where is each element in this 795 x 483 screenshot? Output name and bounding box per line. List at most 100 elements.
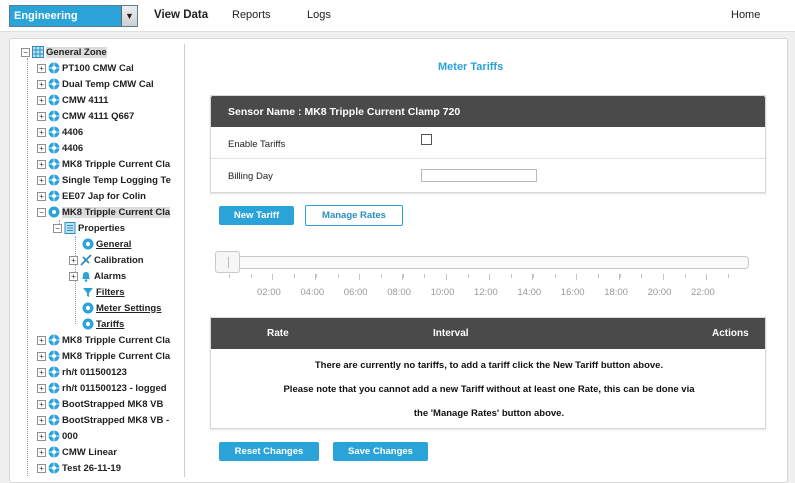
sensor-icon [48, 398, 60, 410]
tree-item-sensor[interactable]: + Dual Temp CMW Cal [37, 76, 154, 92]
collapse-icon[interactable]: − [53, 223, 62, 233]
tree-item-sensor[interactable]: + CMW 4111 Q667 [37, 108, 134, 124]
sensor-icon [48, 414, 60, 426]
timeline-minor-tick [446, 274, 447, 278]
tree-item-sensor[interactable]: + CMW 4111 [37, 92, 108, 108]
tree-item-sensor[interactable]: + PT100 CMW Cal [37, 60, 134, 76]
tree-item-label: rh/t 011500123 [62, 366, 127, 378]
tree-item-sensor[interactable]: + BootStrapped MK8 VB - [37, 412, 169, 428]
tree-item-calibration[interactable]: + Calibration [69, 252, 144, 268]
expand-icon[interactable]: + [37, 63, 46, 73]
nav-logs[interactable]: Logs [307, 9, 331, 21]
expand-icon[interactable]: + [37, 335, 46, 345]
new-tariff-button[interactable]: New Tariff [219, 206, 294, 225]
sensor-icon [48, 462, 60, 474]
nav-reports[interactable]: Reports [232, 9, 271, 21]
tree-item-label: 4406 [62, 142, 84, 154]
expand-icon[interactable]: + [37, 383, 46, 393]
tree-item-selected-sensor[interactable]: − MK8 Tripple Current Cla [37, 204, 171, 220]
sensor-icon [48, 366, 60, 378]
tree-item-sensor[interactable]: + EE07 Jap for Colin [37, 188, 146, 204]
tree-item-sensor[interactable]: + Test 26-11-19 [37, 460, 121, 476]
timeline-minor-tick [684, 274, 686, 278]
collapse-icon[interactable]: − [37, 207, 46, 217]
timeline-slider-track[interactable] [215, 256, 749, 269]
timeline-minor-tick [641, 274, 643, 278]
filter-icon [83, 288, 93, 297]
department-select-value: Engineering [14, 10, 78, 22]
tariff-table-header: Rate Interval Actions [211, 318, 765, 349]
sensor-icon [48, 174, 60, 186]
tree-item-meter-settings[interactable]: Meter Settings [82, 300, 161, 316]
tree-item-alarms[interactable]: + Alarms [69, 268, 126, 284]
tariff-icon [82, 318, 94, 330]
timeline-minor-tick [597, 274, 599, 278]
tree-item-sensor[interactable]: + Single Temp Logging Te [37, 172, 171, 188]
timeline-tick-label: 16:00 [560, 287, 585, 298]
tree-item-sensor[interactable]: + MK8 Tripple Current Cla [37, 348, 170, 364]
tree-item-sensor[interactable]: + rh/t 011500123 [37, 364, 127, 380]
timeline-slider-handle[interactable] [215, 251, 240, 273]
expand-icon[interactable]: + [37, 175, 46, 185]
enable-tariffs-label: Enable Tariffs [228, 139, 286, 150]
save-changes-button[interactable]: Save Changes [333, 442, 428, 461]
tree-item-filters[interactable]: Filters [82, 284, 125, 300]
sensor-icon [48, 446, 60, 458]
page-title: Meter Tariffs [438, 61, 504, 73]
expand-icon[interactable]: + [37, 415, 46, 425]
expand-icon[interactable]: + [37, 191, 46, 201]
expand-icon[interactable]: + [37, 367, 46, 377]
expand-icon[interactable]: + [37, 431, 46, 441]
expand-icon[interactable]: + [69, 255, 78, 265]
tree-item-sensor[interactable]: +4406 [37, 124, 83, 140]
department-select[interactable]: Engineering ▼ [9, 5, 138, 27]
expand-icon[interactable]: + [37, 143, 46, 153]
timeline-tick-label: 02:00 [257, 287, 281, 298]
expand-icon[interactable]: + [37, 95, 46, 105]
tree-item-properties[interactable]: − Properties [53, 220, 125, 236]
sensor-icon [48, 62, 60, 74]
expand-icon[interactable]: + [37, 399, 46, 409]
tree-root[interactable]: − General Zone [21, 44, 107, 60]
tree-item-sensor[interactable]: + CMW Linear [37, 444, 117, 460]
billing-day-input[interactable] [421, 169, 537, 182]
tariff-table: Rate Interval Actions There are currentl… [210, 317, 766, 429]
timeline-minor-tick [402, 274, 404, 278]
expand-icon[interactable]: + [37, 447, 46, 457]
tree-item-label: MK8 Tripple Current Cla [62, 334, 171, 346]
expand-icon[interactable]: + [37, 79, 46, 89]
expand-icon[interactable]: + [37, 351, 46, 361]
tree-item-general[interactable]: General [82, 236, 131, 252]
nav-view-data[interactable]: View Data [154, 9, 208, 21]
zone-grid-icon [32, 46, 44, 58]
expand-icon[interactable]: + [37, 111, 46, 121]
tree-item-sensor[interactable]: + BootStrapped MK8 VB [37, 396, 163, 412]
expand-icon[interactable]: + [37, 463, 46, 473]
reset-changes-button[interactable]: Reset Changes [219, 442, 319, 461]
timeline-minor-tick [576, 274, 578, 278]
manage-rates-button[interactable]: Manage Rates [305, 205, 403, 226]
tree-item-sensor[interactable]: +000 [37, 428, 78, 444]
tree-item-sensor[interactable]: +4406 [37, 140, 83, 156]
top-bar: Engineering ▼ View Data Reports Logs Hom… [0, 0, 795, 32]
interval-column-header: Interval [433, 328, 469, 339]
tree-item-sensor[interactable]: + rh/t 011500123 - logged [37, 380, 167, 396]
timeline-minor-tick [511, 274, 513, 278]
tree-item-label: Test 26-11-19 [62, 462, 121, 474]
expand-icon[interactable]: + [69, 271, 78, 281]
enable-tariffs-checkbox[interactable] [421, 134, 432, 145]
tree-item-label: BootStrapped MK8 VB [62, 398, 164, 410]
sensor-icon [48, 190, 60, 202]
sensor-icon [48, 350, 60, 362]
collapse-icon[interactable]: − [21, 47, 30, 57]
expand-icon[interactable]: + [37, 127, 46, 137]
tree-item-label: CMW Linear [62, 446, 117, 458]
nav-home[interactable]: Home [731, 9, 760, 21]
tree-item-tariffs[interactable]: Tariffs [82, 316, 124, 332]
chevron-down-icon[interactable]: ▼ [121, 6, 137, 26]
tree-item-sensor[interactable]: + MK8 Tripple Current Cla [37, 156, 170, 172]
tree-item-label: PT100 CMW Cal [62, 62, 134, 74]
no-tariffs-message: There are currently no tariffs, to add a… [314, 360, 664, 371]
tree-item-sensor[interactable]: + MK8 Tripple Current Cla [37, 332, 170, 348]
expand-icon[interactable]: + [37, 159, 46, 169]
